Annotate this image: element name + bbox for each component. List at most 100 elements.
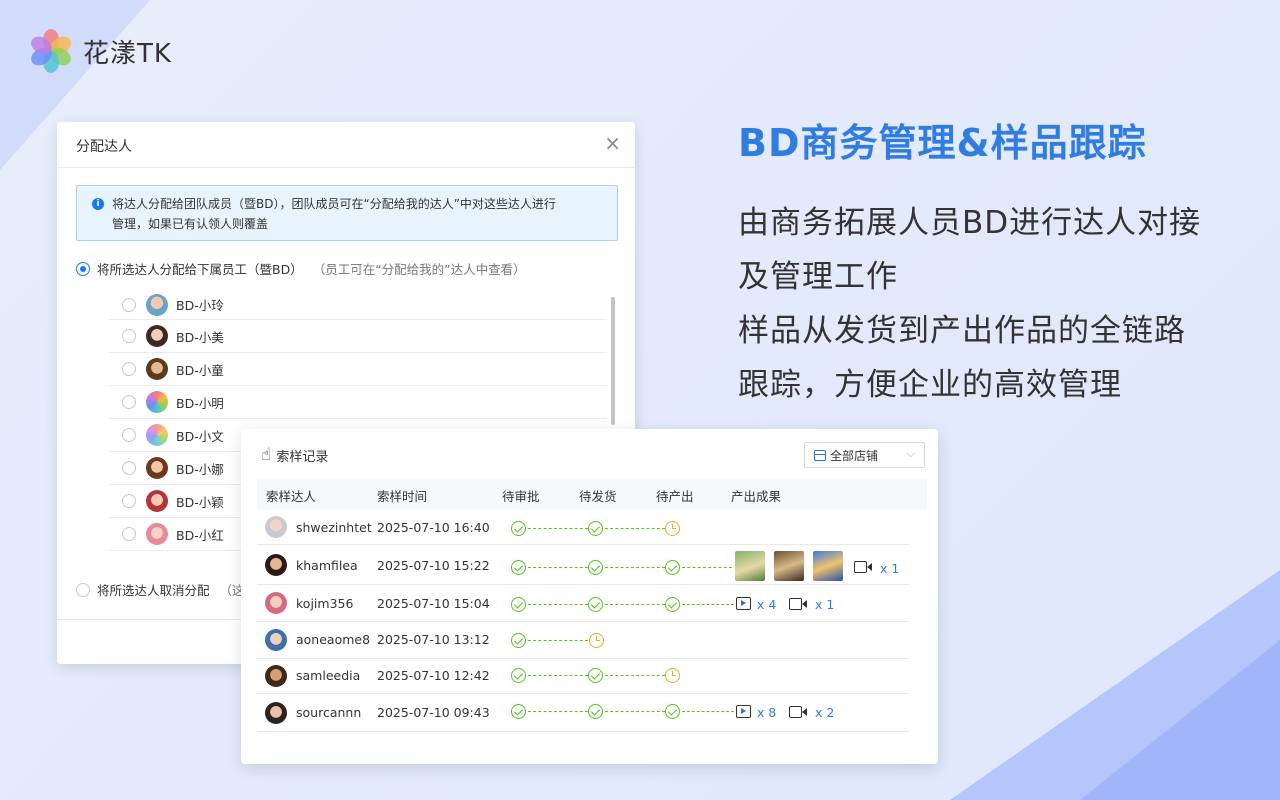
- flower-logo-icon: [27, 27, 75, 75]
- progress-connector: [528, 711, 588, 712]
- clock-icon: [665, 668, 680, 683]
- alert-line: 管理，如果已有认领人则覆盖: [112, 217, 269, 231]
- brand-logo: 花漾TK: [27, 27, 172, 75]
- member-radio[interactable]: [122, 297, 136, 312]
- play-count[interactable]: x 4: [757, 597, 776, 612]
- assign-option-radio[interactable]: 将所选达人分配给下属员工（暨BD） （员工可在“分配给我的”达人中查看）: [76, 259, 526, 278]
- progress-connector: [605, 528, 665, 529]
- radio-unselected[interactable]: [76, 582, 90, 597]
- video-count[interactable]: x 1: [815, 597, 834, 612]
- assign-option-note: （员工可在“分配给我的”达人中查看）: [312, 262, 526, 277]
- progress-connector: [528, 675, 588, 676]
- check-circle-icon: [511, 704, 526, 719]
- table-row[interactable]: samleedia 2025-07-10 12:42: [257, 659, 909, 694]
- progress-connector: [682, 711, 734, 712]
- progress-connector: [528, 567, 588, 568]
- store-select[interactable]: 全部店铺 ⌵: [804, 442, 925, 468]
- progress-connector: [528, 528, 588, 529]
- output-thumbnail[interactable]: [813, 551, 843, 581]
- member-name: BD-小红: [176, 527, 224, 543]
- hand-pointer-icon: ☝: [261, 445, 272, 465]
- avatar: [265, 592, 287, 614]
- avatar: [146, 325, 168, 347]
- avatar: [265, 516, 287, 538]
- headline: BD商务管理&样品跟踪: [738, 121, 1147, 165]
- creator-name[interactable]: shwezinhtet: [296, 520, 372, 535]
- store-icon: [814, 449, 826, 461]
- member-item[interactable]: BD-小明: [109, 386, 607, 419]
- creator-name[interactable]: aoneaome8: [296, 632, 370, 647]
- info-alert: i 将达人分配给团队成员（暨BD），团队成员可在“分配给我的达人”中对这些达人进…: [76, 185, 618, 241]
- member-radio[interactable]: [122, 461, 136, 475]
- creator-name[interactable]: samleedia: [296, 668, 360, 683]
- member-item[interactable]: BD-小美: [109, 320, 607, 353]
- column-header: 产出成果: [731, 489, 782, 504]
- progress-connector: [682, 604, 734, 605]
- column-header: 索样达人: [266, 489, 317, 504]
- video-count[interactable]: x 2: [815, 705, 834, 720]
- member-radio[interactable]: [122, 428, 136, 442]
- table-row[interactable]: shwezinhtet 2025-07-10 16:40: [257, 511, 909, 545]
- table-header: 索样达人 索样时间 待审批 待发货 待产出 产出成果: [257, 479, 927, 510]
- check-circle-icon: [511, 633, 526, 648]
- table-row[interactable]: kojim356 2025-07-10 15:04 x 4 x 1: [257, 585, 909, 622]
- avatar: [265, 665, 287, 687]
- unassign-option-radio[interactable]: 将所选达人取消分配 （这: [76, 580, 245, 599]
- description-line: 由商务拓展人员BD进行达人对接: [738, 205, 1202, 241]
- play-video-icon: [736, 597, 751, 610]
- member-radio[interactable]: [122, 329, 136, 343]
- member-item[interactable]: BD-小玲: [109, 290, 607, 320]
- description-line: 跟踪，方便企业的高效管理: [738, 367, 1122, 403]
- column-header: 待产出: [656, 489, 694, 504]
- play-count[interactable]: x 8: [757, 705, 776, 720]
- corner-decoration: [1080, 640, 1280, 800]
- table-row[interactable]: khamfilea 2025-07-10 15:22 x 1: [257, 545, 909, 585]
- table-row[interactable]: aoneaome8 2025-07-10 13:12: [257, 622, 909, 659]
- column-header: 索样时间: [377, 489, 428, 504]
- progress-connector: [605, 604, 665, 605]
- check-circle-icon: [588, 597, 603, 612]
- creator-name[interactable]: khamfilea: [296, 558, 358, 573]
- member-radio[interactable]: [122, 362, 136, 376]
- creator-name[interactable]: sourcannn: [296, 705, 361, 720]
- radio-selected[interactable]: [76, 261, 90, 276]
- check-circle-icon: [511, 597, 526, 612]
- member-name: BD-小玲: [176, 298, 224, 313]
- info-icon: i: [92, 198, 104, 210]
- progress-connector: [682, 567, 732, 568]
- member-name: BD-小文: [176, 428, 224, 444]
- avatar: [146, 424, 168, 446]
- sample-time: 2025-07-10 13:12: [377, 632, 490, 647]
- avatar: [146, 358, 168, 380]
- check-circle-icon: [588, 560, 603, 575]
- creator-name[interactable]: kojim356: [296, 596, 353, 611]
- video-icon: [789, 597, 807, 610]
- brand-name: 花漾TK: [83, 38, 172, 69]
- video-icon: [789, 705, 807, 718]
- alert-line: 将达人分配给团队成员（暨BD），团队成员可在“分配给我的达人”中对这些达人进行: [112, 197, 556, 211]
- avatar: [146, 490, 168, 512]
- member-name: BD-小颖: [176, 494, 224, 510]
- progress-connector: [605, 567, 665, 568]
- card-header: ☝ 索样记录: [261, 445, 328, 465]
- description-line: 及管理工作: [738, 259, 898, 295]
- close-icon[interactable]: ×: [604, 133, 621, 153]
- check-circle-icon: [665, 560, 680, 575]
- dialog-header: 分配达人 ×: [57, 122, 635, 168]
- scrollbar[interactable]: [611, 297, 615, 425]
- member-radio[interactable]: [122, 395, 136, 409]
- output-thumbnail[interactable]: [774, 551, 804, 581]
- video-icon: [854, 560, 872, 573]
- member-item[interactable]: BD-小童: [109, 353, 607, 386]
- member-radio[interactable]: [122, 527, 136, 541]
- member-radio[interactable]: [122, 494, 136, 508]
- dialog-title: 分配达人: [76, 139, 132, 155]
- clock-icon: [665, 521, 680, 536]
- output-thumbnail[interactable]: [735, 551, 765, 581]
- video-count[interactable]: x 1: [880, 561, 899, 576]
- member-name: BD-小娜: [176, 461, 224, 477]
- description: 由商务拓展人员BD进行达人对接 及管理工作 样品从发货到产出作品的全链路 跟踪，…: [738, 196, 1248, 412]
- progress-connector: [528, 640, 588, 641]
- table-row[interactable]: sourcannn 2025-07-10 09:43 x 8 x 2: [257, 694, 909, 732]
- sample-time: 2025-07-10 09:43: [377, 705, 490, 720]
